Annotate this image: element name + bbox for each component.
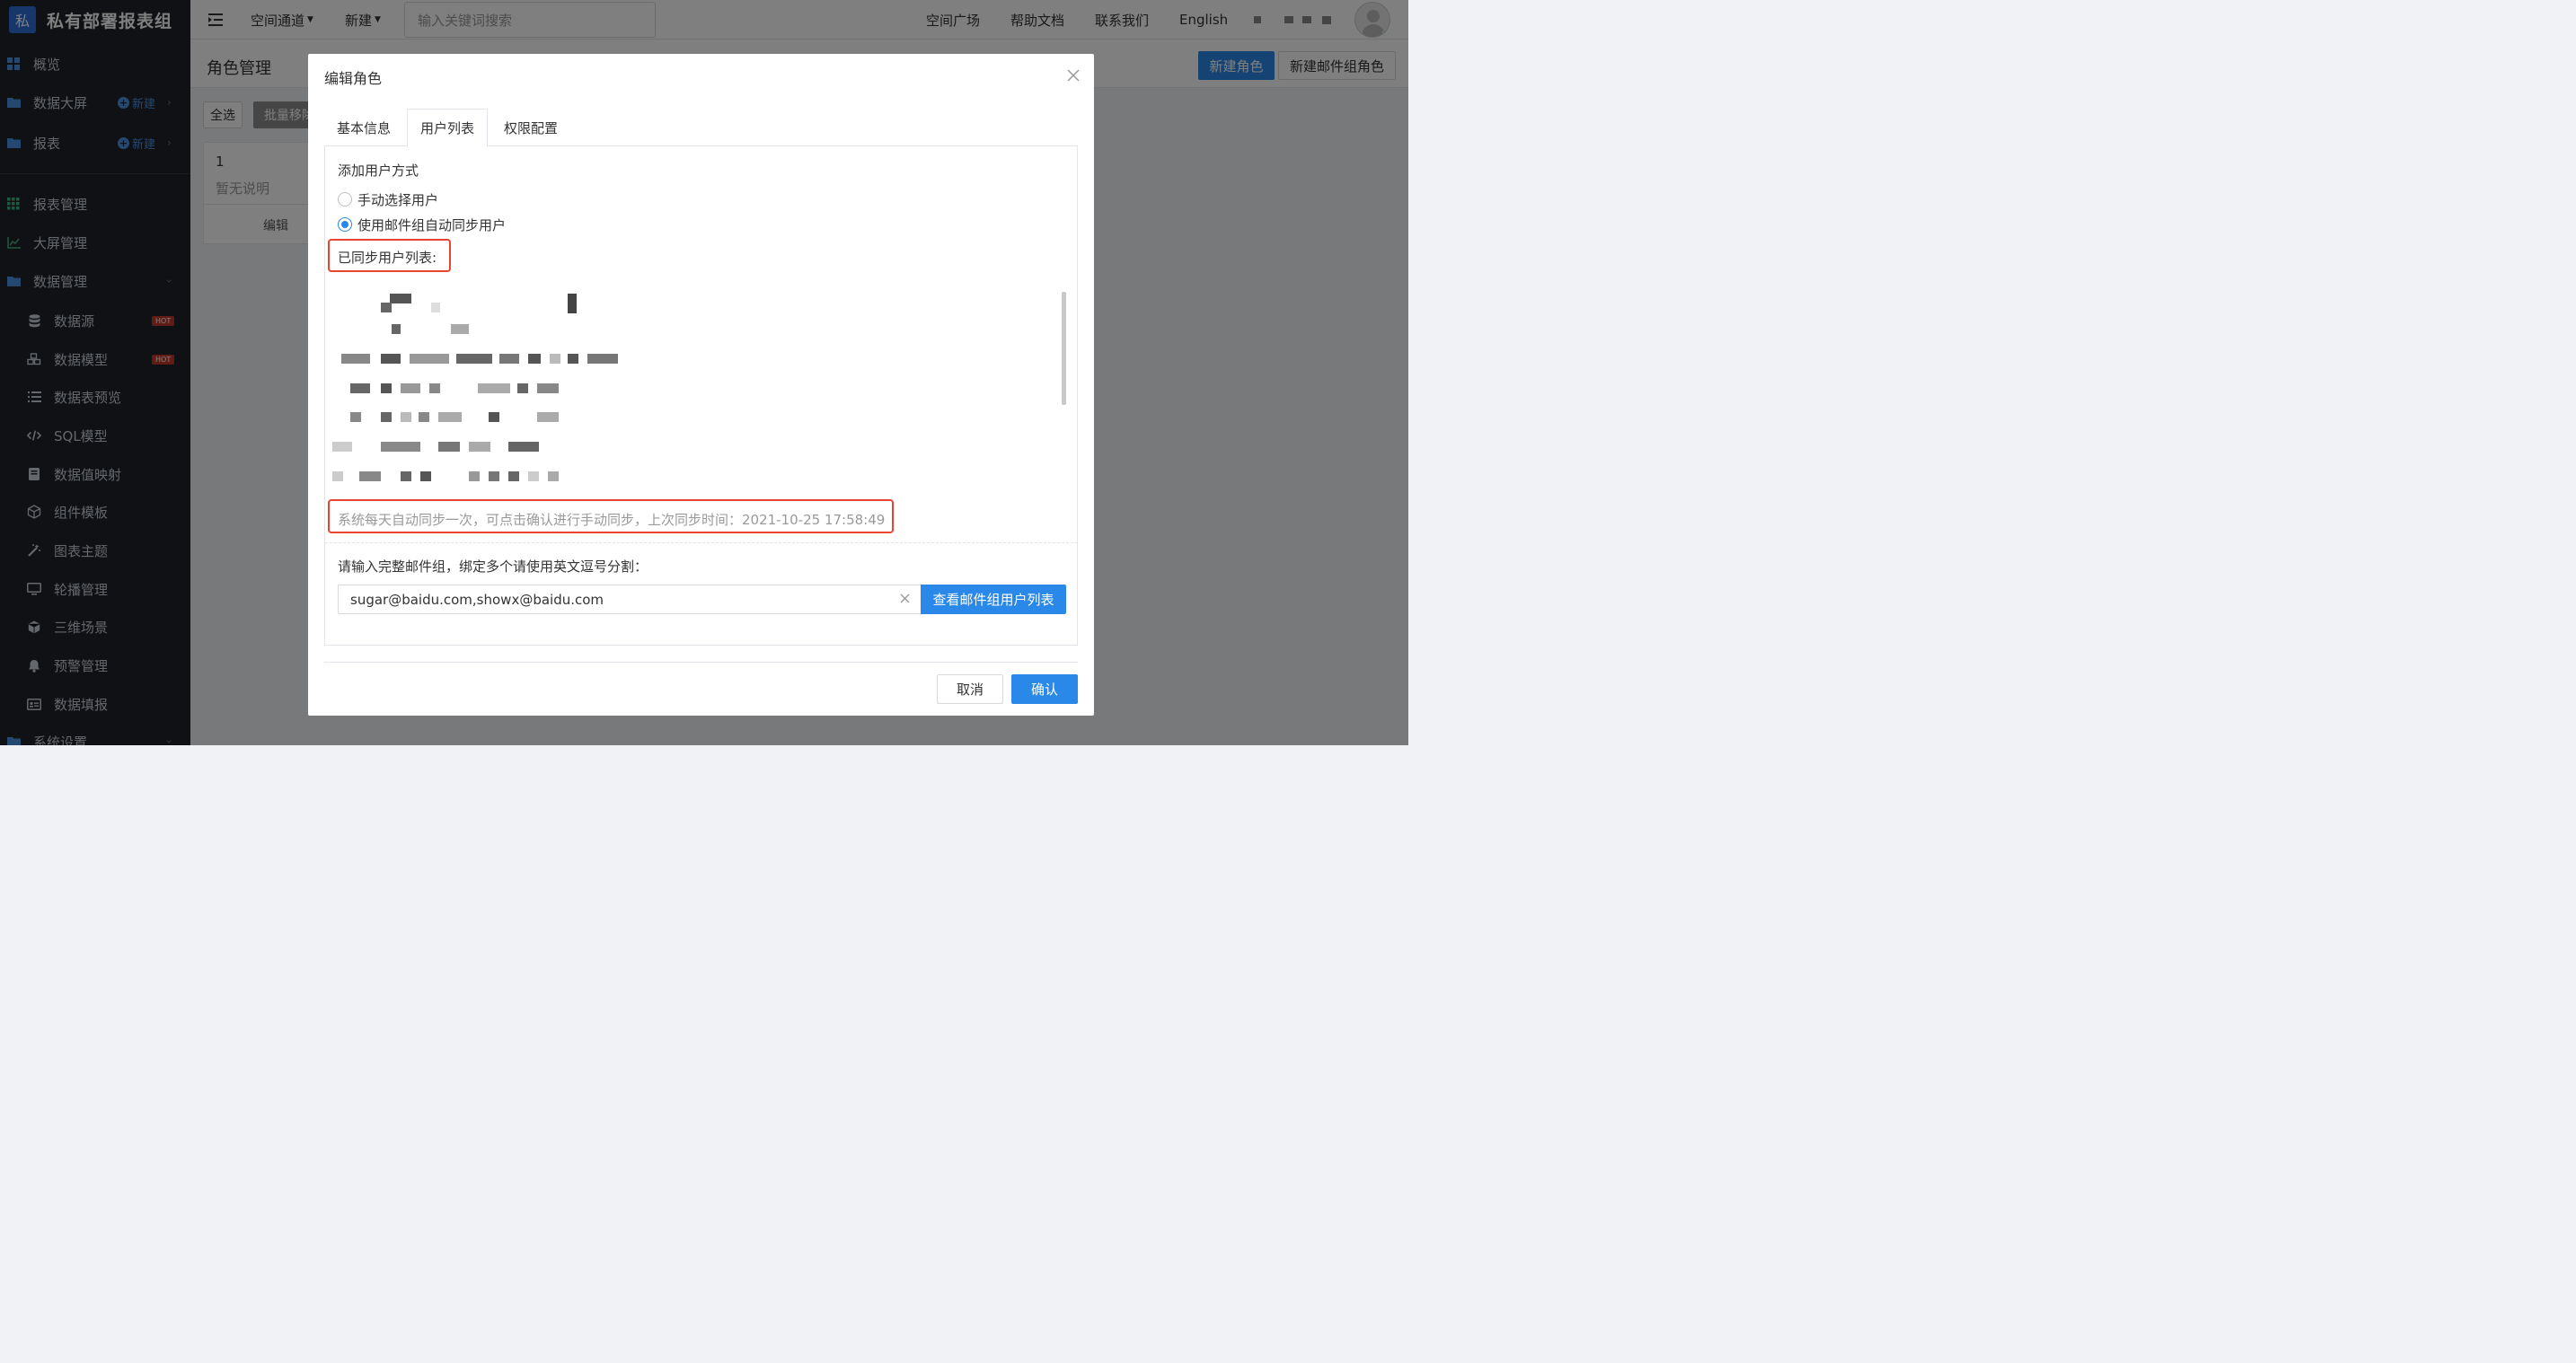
list-item [325, 380, 1062, 403]
email-group-input[interactable]: sugar@baidu.com,showx@baidu.com [338, 585, 922, 614]
list-item [325, 321, 1062, 344]
list-item [325, 438, 1062, 462]
add-user-method-label: 添加用户方式 [338, 163, 419, 179]
list-item [325, 350, 1062, 374]
close-icon[interactable] [1067, 65, 1080, 86]
dialog-title: 编辑角色 [324, 70, 383, 87]
synced-user-list[interactable] [325, 292, 1067, 489]
footer-divider [324, 662, 1078, 663]
list-item [325, 292, 1062, 315]
view-mail-group-users-button[interactable]: 查看邮件组用户列表 [921, 585, 1066, 614]
edit-role-dialog: 编辑角色 基本信息 用户列表 权限配置 添加用户方式 手动选择用户 使用邮件组自… [308, 54, 1094, 716]
email-group-label: 请输入完整邮件组，绑定多个请使用英文逗号分割： [338, 558, 648, 575]
tab-permission-config[interactable]: 权限配置 [491, 109, 570, 146]
clear-icon[interactable] [900, 590, 910, 607]
sync-note: 系统每天自动同步一次，可点击确认进行手动同步，上次同步时间：2021-10-25… [338, 512, 886, 528]
manual-select-label[interactable]: 手动选择用户 [357, 190, 438, 209]
cancel-button[interactable]: 取消 [937, 674, 1003, 704]
manual-select-radio[interactable] [338, 192, 352, 207]
dialog-tabs: 基本信息 用户列表 权限配置 [324, 109, 1078, 147]
list-scrollbar[interactable] [1062, 292, 1066, 405]
confirm-button[interactable]: 确认 [1011, 674, 1078, 704]
mail-group-sync-label[interactable]: 使用邮件组自动同步用户 [357, 215, 506, 234]
tab-basic-info[interactable]: 基本信息 [324, 109, 403, 146]
user-list-panel: 添加用户方式 手动选择用户 使用邮件组自动同步用户 已同步用户列表: 系统每天自… [324, 146, 1078, 646]
list-item [325, 409, 1062, 432]
tab-user-list[interactable]: 用户列表 [407, 109, 488, 147]
email-group-value: sugar@baidu.com,showx@baidu.com [350, 591, 604, 608]
mail-group-sync-radio[interactable] [338, 217, 352, 232]
section-divider [325, 542, 1078, 543]
list-item [325, 468, 1062, 489]
synced-user-list-label: 已同步用户列表: [338, 250, 437, 266]
